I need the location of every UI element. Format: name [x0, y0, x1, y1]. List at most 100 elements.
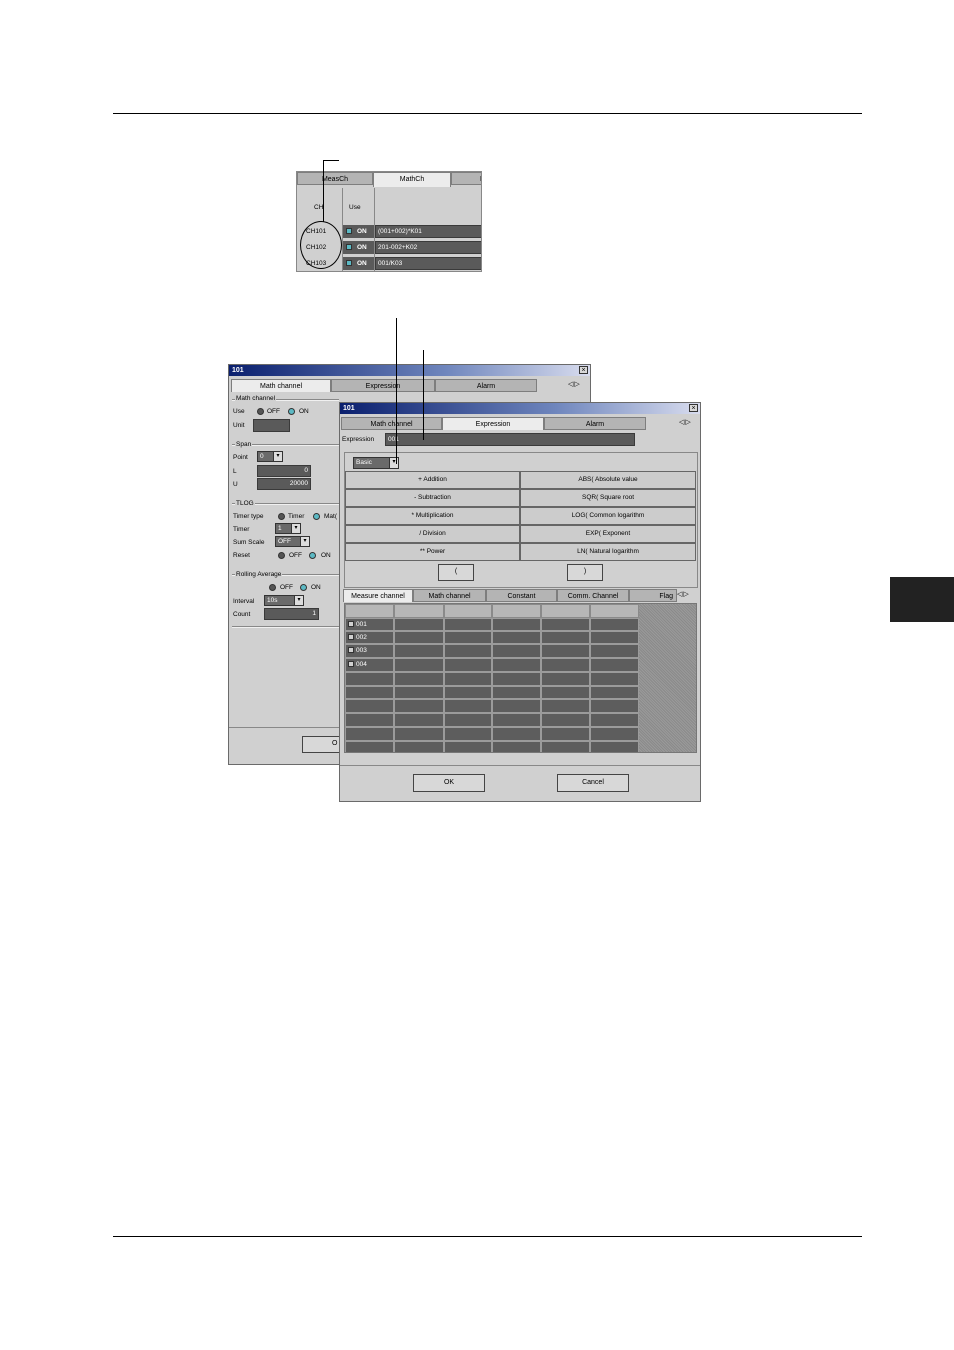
grid-cell[interactable]: [492, 699, 541, 713]
grid-cell[interactable]: [345, 727, 394, 741]
grid-cell[interactable]: [492, 741, 541, 752]
grid-cell[interactable]: [444, 741, 492, 752]
grid-cell[interactable]: [590, 727, 639, 741]
cancel-button[interactable]: Cancel: [557, 774, 629, 792]
ok-button[interactable]: OK: [413, 774, 485, 792]
timer-type-timer-radio[interactable]: [278, 513, 285, 520]
multiplication-button[interactable]: * Multiplication: [345, 507, 520, 525]
tab-math-channel[interactable]: Math channel: [231, 379, 331, 392]
reset-off-radio[interactable]: [278, 552, 285, 559]
grid-cell[interactable]: [444, 618, 492, 631]
rolling-off-radio[interactable]: [269, 584, 276, 591]
grid-cell[interactable]: [444, 727, 492, 741]
channel-checkbox[interactable]: [348, 621, 354, 628]
grid-cell[interactable]: [590, 686, 639, 699]
grid-cell[interactable]: [394, 713, 444, 727]
use-checkbox[interactable]: [346, 244, 352, 250]
grid-cell[interactable]: [345, 672, 394, 686]
sqr-button[interactable]: SQR( Square root: [520, 489, 696, 507]
grid-cell[interactable]: [590, 631, 639, 644]
tab-mathch[interactable]: MathCh: [373, 172, 451, 187]
tab-expression[interactable]: Expression: [442, 417, 544, 430]
sum-scale-select[interactable]: OFF ▾: [275, 536, 310, 547]
use-off-radio[interactable]: [257, 408, 264, 415]
tab-expression[interactable]: Expression: [331, 379, 435, 392]
grid-cell[interactable]: [541, 672, 590, 686]
span-l-input[interactable]: 0: [257, 465, 311, 477]
grid-cell[interactable]: [541, 686, 590, 699]
use-checkbox[interactable]: [346, 260, 352, 266]
grid-cell[interactable]: [444, 699, 492, 713]
expression-cell[interactable]: (001+002)*K01: [375, 225, 481, 238]
reset-on-radio[interactable]: [309, 552, 316, 559]
power-button[interactable]: ** Power: [345, 543, 520, 561]
subtraction-button[interactable]: - Subtraction: [345, 489, 520, 507]
interval-select[interactable]: 10s ▾: [264, 595, 304, 606]
grid-cell[interactable]: [394, 618, 444, 631]
grid-cell[interactable]: [444, 686, 492, 699]
grid-cell[interactable]: [541, 741, 590, 752]
channel-item[interactable]: 004: [345, 658, 394, 672]
use-on-radio[interactable]: [288, 408, 295, 415]
grid-cell[interactable]: [492, 672, 541, 686]
grid-cell[interactable]: [541, 644, 590, 658]
grid-cell[interactable]: [492, 727, 541, 741]
tab-scroll-arrows[interactable]: ◁▷: [568, 379, 581, 390]
grid-cell[interactable]: [541, 618, 590, 631]
grid-cell[interactable]: [541, 713, 590, 727]
channel-checkbox[interactable]: [348, 634, 354, 641]
grid-cell[interactable]: [444, 631, 492, 644]
grid-cell[interactable]: [492, 644, 541, 658]
channel-tab-scroll-arrows[interactable]: ◁▷: [677, 589, 690, 600]
timer-type-match-radio[interactable]: [313, 513, 320, 520]
grid-cell[interactable]: [394, 741, 444, 752]
grid-cell[interactable]: [345, 713, 394, 727]
grid-cell[interactable]: [492, 713, 541, 727]
grid-cell[interactable]: [590, 699, 639, 713]
grid-cell[interactable]: [444, 672, 492, 686]
grid-cell[interactable]: [345, 699, 394, 713]
grid-cell[interactable]: [394, 644, 444, 658]
exp-button[interactable]: EXP( Exponent: [520, 525, 696, 543]
log-button[interactable]: LOG( Common logarithm: [520, 507, 696, 525]
grid-cell[interactable]: [444, 644, 492, 658]
point-select[interactable]: 0 ▾: [257, 451, 283, 462]
unit-input[interactable]: [253, 419, 290, 432]
open-paren-button[interactable]: (: [438, 564, 474, 581]
grid-cell[interactable]: [590, 658, 639, 672]
timer-select[interactable]: 1 ▾: [275, 523, 301, 534]
tab-measure-channel[interactable]: Measure channel: [343, 589, 413, 602]
division-button[interactable]: / Division: [345, 525, 520, 543]
grid-cell[interactable]: [394, 672, 444, 686]
grid-cell[interactable]: [394, 631, 444, 644]
grid-cell[interactable]: [590, 644, 639, 658]
grid-cell[interactable]: [541, 699, 590, 713]
close-icon[interactable]: ×: [689, 404, 698, 412]
grid-cell[interactable]: [541, 658, 590, 672]
function-category-select[interactable]: Basic ▾: [353, 457, 399, 469]
use-checkbox[interactable]: [346, 228, 352, 234]
expression-cell[interactable]: 201-002+K02: [375, 241, 481, 254]
tab-scroll-arrows[interactable]: ◁▷: [679, 417, 692, 428]
grid-cell[interactable]: [590, 741, 639, 752]
channel-item[interactable]: 002: [345, 631, 394, 644]
tab-alarm[interactable]: Alarm: [435, 379, 537, 392]
grid-cell[interactable]: [444, 658, 492, 672]
grid-cell[interactable]: [394, 686, 444, 699]
grid-cell[interactable]: [492, 618, 541, 631]
tab-comm-channel[interactable]: Comm. Channel: [557, 589, 629, 602]
tab-flag[interactable]: Flag: [629, 589, 677, 602]
grid-cell[interactable]: [492, 686, 541, 699]
close-icon[interactable]: ×: [579, 366, 588, 374]
grid-cell[interactable]: [394, 727, 444, 741]
span-u-input[interactable]: 20000: [257, 478, 311, 490]
grid-cell[interactable]: [345, 686, 394, 699]
grid-cell[interactable]: [394, 699, 444, 713]
tab-measch[interactable]: MeasCh: [297, 172, 373, 185]
count-input[interactable]: 1: [264, 608, 319, 620]
tab-math-channel[interactable]: Math channel: [341, 417, 442, 430]
grid-cell[interactable]: [590, 672, 639, 686]
grid-cell[interactable]: [590, 618, 639, 631]
close-paren-button[interactable]: ): [567, 564, 603, 581]
abs-button[interactable]: ABS( Absolute value: [520, 471, 696, 489]
